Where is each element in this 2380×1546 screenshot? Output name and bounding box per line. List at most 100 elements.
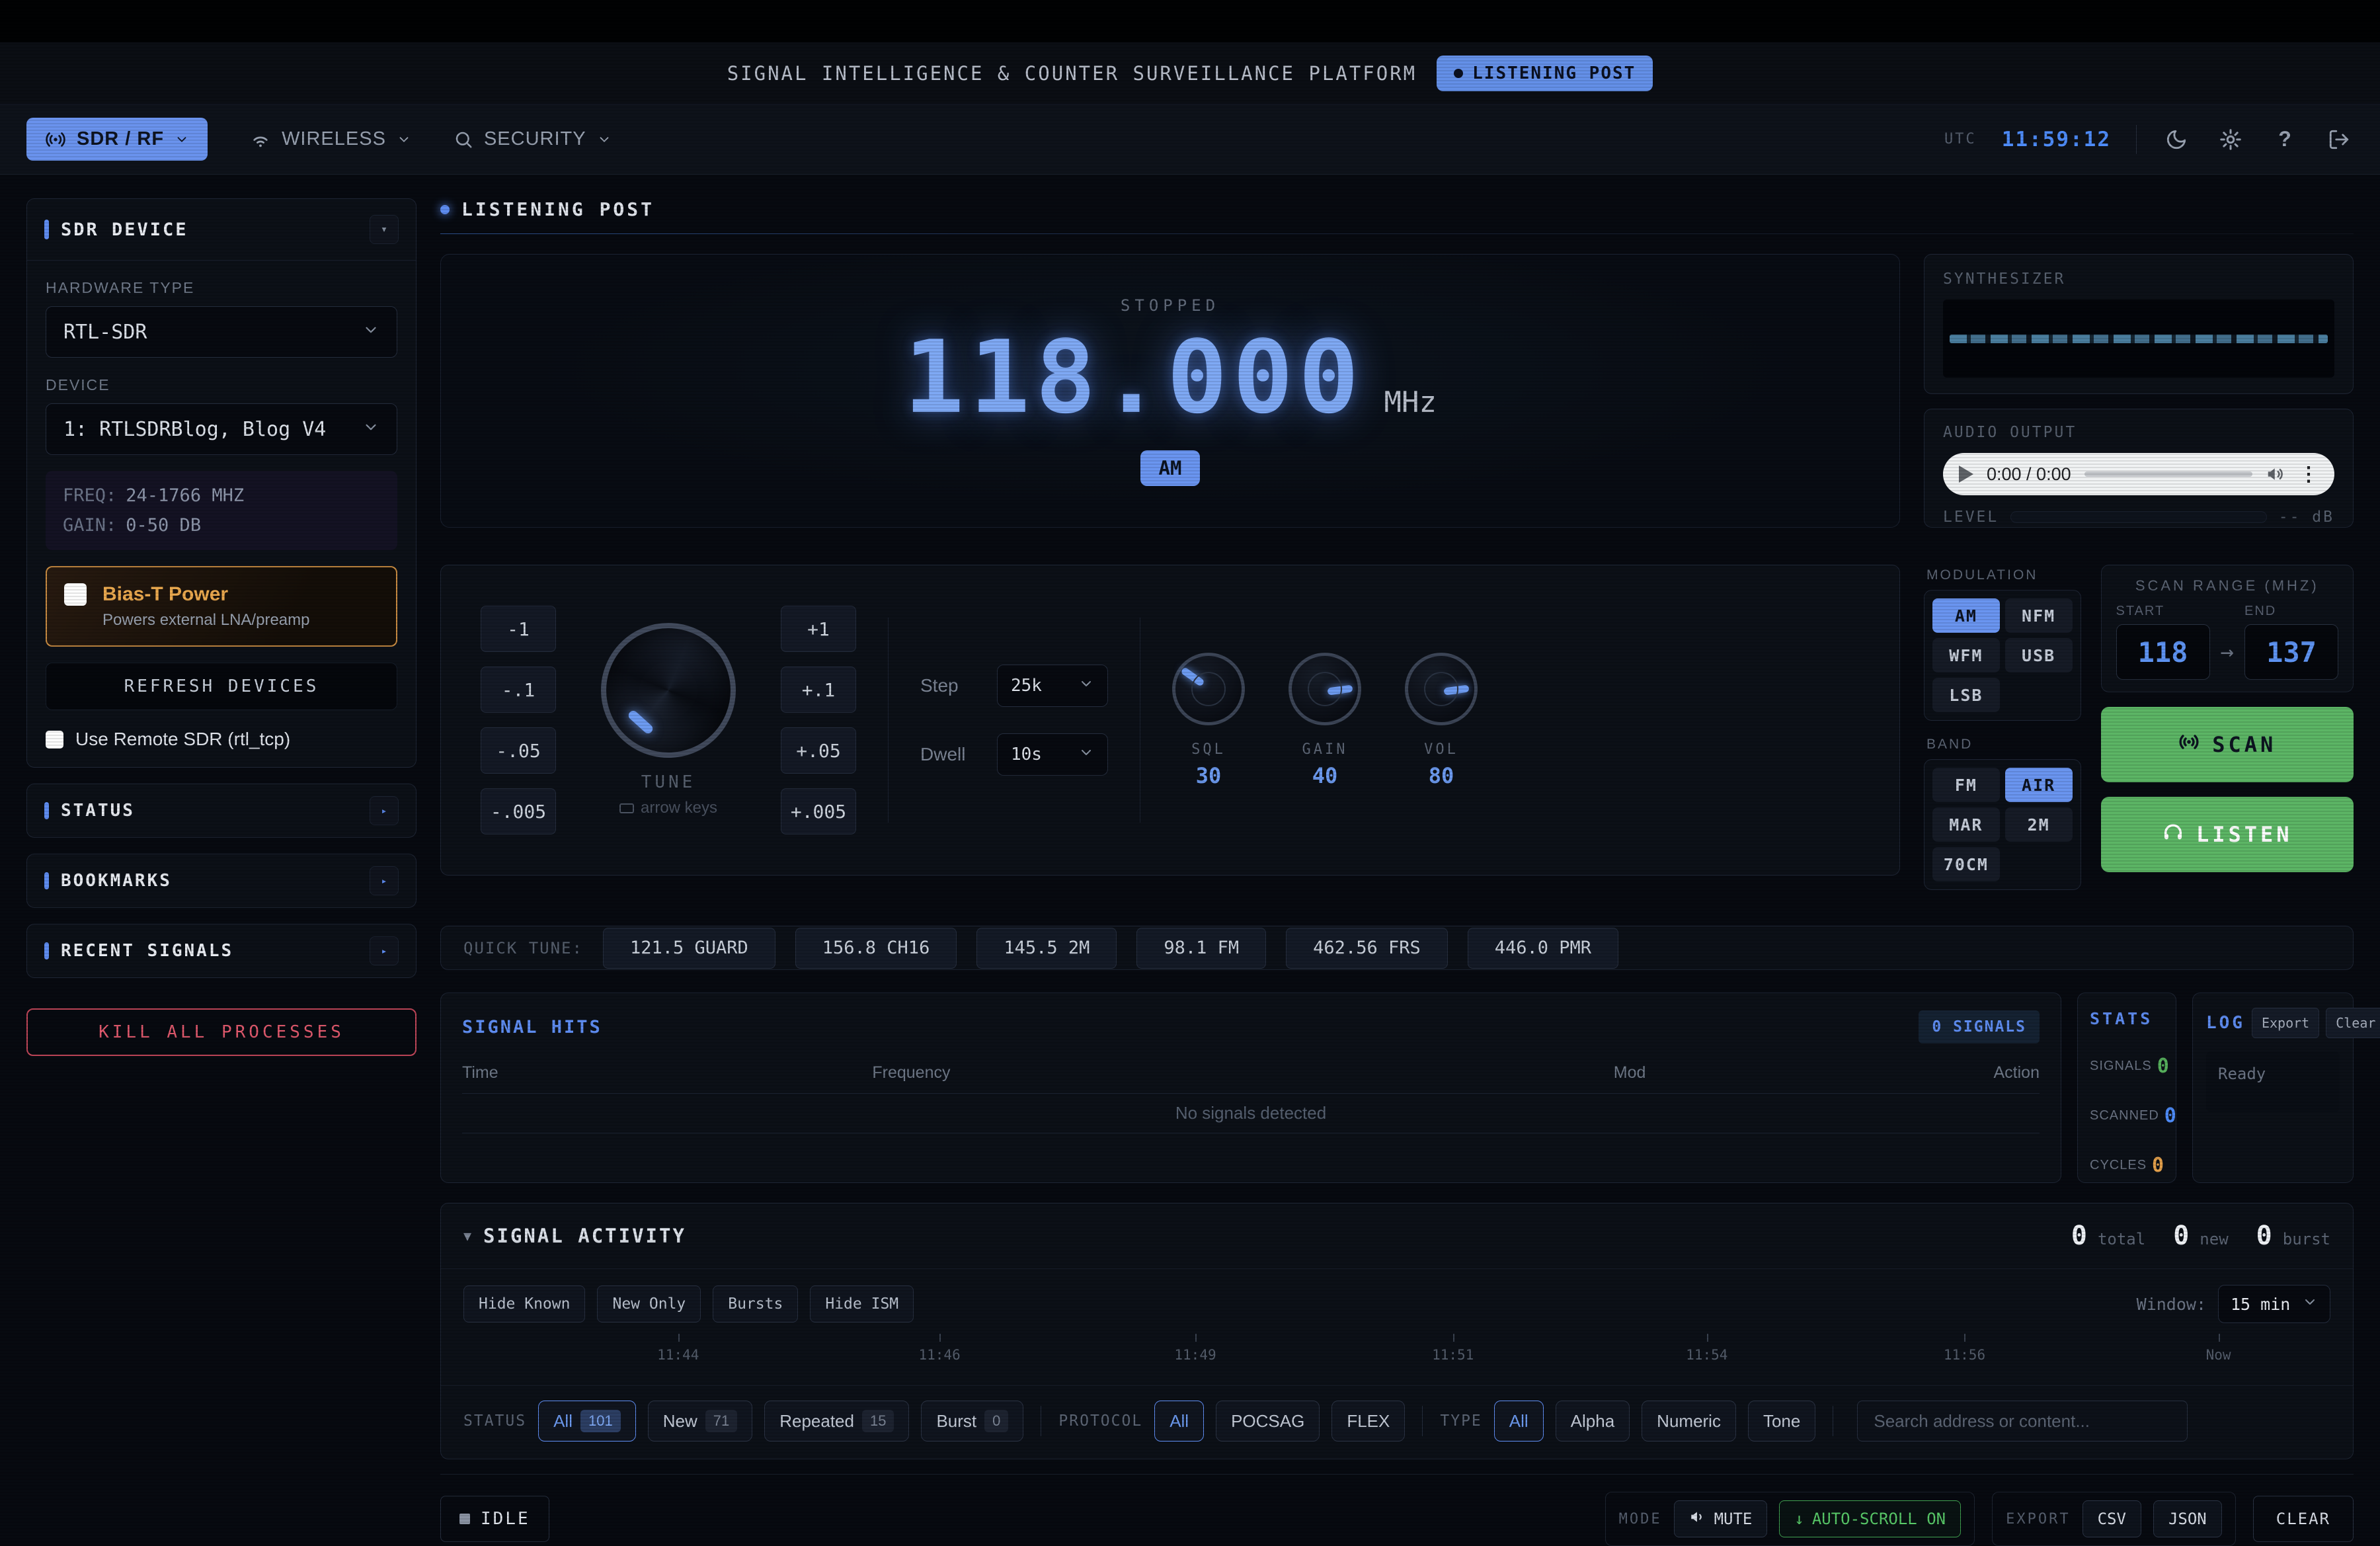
collapse-toggle-icon[interactable]: ▾ bbox=[370, 215, 399, 244]
preset-fm-button[interactable]: 98.1 FM bbox=[1136, 928, 1266, 969]
gear-icon[interactable] bbox=[2216, 125, 2245, 154]
type-all-button[interactable]: All bbox=[1494, 1401, 1544, 1442]
status-burst-button[interactable]: Burst 0 bbox=[921, 1401, 1023, 1442]
expand-toggle-icon[interactable]: ▸ bbox=[370, 796, 399, 825]
scan-start-input[interactable]: 118 bbox=[2116, 624, 2210, 680]
dwell-select[interactable]: 10s bbox=[997, 733, 1108, 776]
export-json-button[interactable]: JSON bbox=[2153, 1500, 2222, 1537]
protocol-pocsag-button[interactable]: POCSAG bbox=[1216, 1401, 1320, 1442]
hardware-type-value: RTL-SDR bbox=[63, 321, 147, 344]
expand-toggle-icon[interactable]: ▸ bbox=[370, 866, 399, 895]
band-fm-button[interactable]: FM bbox=[1932, 768, 2000, 802]
timeline-label: Now bbox=[2206, 1347, 2231, 1363]
device-select[interactable]: 1: RTLSDRBlog, Blog V4 bbox=[46, 403, 397, 455]
logout-icon[interactable] bbox=[2324, 125, 2354, 154]
modulation-usb-button[interactable]: USB bbox=[2005, 638, 2073, 672]
band-2m-button[interactable]: 2M bbox=[2005, 807, 2073, 842]
bookmarks-panel[interactable]: BOOKMARKS ▸ bbox=[26, 854, 416, 908]
stat-scanned-row: SCANNED 0 bbox=[2090, 1104, 2164, 1127]
hide-known-button[interactable]: Hide Known bbox=[463, 1285, 585, 1322]
preset-frs-button[interactable]: 462.56 FRS bbox=[1286, 928, 1448, 969]
tab-sdr-rf[interactable]: SDR / RF bbox=[26, 118, 208, 161]
tab-wireless[interactable]: WIRELESS bbox=[250, 128, 411, 150]
new-only-button[interactable]: New Only bbox=[597, 1285, 701, 1322]
band-mar-button[interactable]: MAR bbox=[1932, 807, 2000, 842]
preset-pmr-button[interactable]: 446.0 PMR bbox=[1468, 928, 1618, 969]
help-icon[interactable]: ? bbox=[2270, 125, 2299, 154]
tune-down-1-button[interactable]: -1 bbox=[481, 606, 556, 652]
type-alpha-button[interactable]: Alpha bbox=[1556, 1401, 1630, 1442]
moon-icon[interactable] bbox=[2162, 125, 2191, 154]
modulation-wfm-button[interactable]: WFM bbox=[1932, 638, 2000, 672]
tune-up-1-button[interactable]: +1 bbox=[781, 606, 856, 652]
step-select[interactable]: 25k bbox=[997, 665, 1108, 707]
audio-player[interactable]: 0:00 / 0:00 ⋮ bbox=[1943, 453, 2334, 495]
status-panel[interactable]: STATUS ▸ bbox=[26, 784, 416, 838]
expand-toggle-icon[interactable]: ▸ bbox=[370, 936, 399, 965]
remote-sdr-row[interactable]: Use Remote SDR (rtl_tcp) bbox=[46, 729, 397, 750]
status-new-button[interactable]: New 71 bbox=[648, 1401, 753, 1442]
player-progress-bar[interactable] bbox=[2084, 471, 2252, 477]
tune-down-01-button[interactable]: -.1 bbox=[481, 667, 556, 713]
preset-2m-button[interactable]: 145.5 2M bbox=[976, 928, 1117, 969]
bias-t-checkbox[interactable] bbox=[64, 583, 87, 606]
bursts-button[interactable]: Bursts bbox=[713, 1285, 798, 1322]
accent-bar bbox=[44, 872, 49, 889]
modulation-nfm-button[interactable]: NFM bbox=[2005, 598, 2073, 633]
remote-sdr-checkbox[interactable] bbox=[46, 731, 63, 749]
log-clear-button[interactable]: Clear bbox=[2326, 1008, 2380, 1038]
tab-security[interactable]: SECURITY bbox=[454, 128, 612, 150]
bias-t-box[interactable]: Bias-T Power Powers external LNA/preamp bbox=[46, 566, 397, 647]
clear-button[interactable]: CLEAR bbox=[2253, 1496, 2354, 1542]
status-repeated-button[interactable]: Repeated 15 bbox=[764, 1401, 909, 1442]
listen-button[interactable]: LISTEN bbox=[2101, 797, 2354, 872]
receiver-status: STOPPED bbox=[1121, 296, 1220, 315]
scan-end-input[interactable]: 137 bbox=[2244, 624, 2338, 680]
protocol-all-button[interactable]: All bbox=[1154, 1401, 1204, 1442]
kebab-menu-icon[interactable]: ⋮ bbox=[2299, 463, 2319, 486]
preset-guard-button[interactable]: 121.5 GUARD bbox=[603, 928, 775, 969]
search-input[interactable] bbox=[1857, 1401, 2188, 1442]
gain-knob[interactable] bbox=[1289, 653, 1361, 725]
kill-all-processes-button[interactable]: KILL ALL PROCESSES bbox=[26, 1008, 416, 1056]
refresh-devices-button[interactable]: REFRESH DEVICES bbox=[46, 663, 397, 710]
stat-signals-label: SIGNALS bbox=[2090, 1059, 2152, 1074]
type-tone-button[interactable]: Tone bbox=[1748, 1401, 1815, 1442]
export-csv-button[interactable]: CSV bbox=[2082, 1500, 2141, 1537]
auto-scroll-button[interactable]: ↓ AUTO-SCROLL ON bbox=[1779, 1500, 1961, 1537]
modulation-am-button[interactable]: AM bbox=[1932, 598, 2000, 633]
hardware-type-select[interactable]: RTL-SDR bbox=[46, 306, 397, 358]
tune-up-005-button[interactable]: +.05 bbox=[781, 727, 856, 774]
sdr-device-body: HARDWARE TYPE RTL-SDR DEVICE 1: RTLSDRBl… bbox=[27, 261, 416, 767]
tune-knob[interactable] bbox=[601, 623, 736, 758]
tune-down-0005-button[interactable]: -.005 bbox=[481, 788, 556, 834]
mute-button[interactable]: MUTE bbox=[1674, 1500, 1768, 1537]
tab-security-label: SECURITY bbox=[484, 128, 586, 150]
preset-ch16-button[interactable]: 156.8 CH16 bbox=[795, 928, 957, 969]
tune-up-01-button[interactable]: +.1 bbox=[781, 667, 856, 713]
stats-panel: STATS SIGNALS 0 SCANNED 0 CYCLES 0 bbox=[2077, 993, 2176, 1183]
window-select[interactable]: 15 min bbox=[2218, 1285, 2330, 1323]
signal-activity-header[interactable]: ▼ SIGNAL ACTIVITY 0 total 0 new 0 burst bbox=[441, 1203, 2353, 1269]
hide-ism-button[interactable]: Hide ISM bbox=[810, 1285, 914, 1322]
volume-icon[interactable] bbox=[2266, 464, 2285, 484]
log-export-button[interactable]: Export bbox=[2252, 1008, 2319, 1038]
tune-up-0005-button[interactable]: +.005 bbox=[781, 788, 856, 834]
band-70cm-button[interactable]: 70CM bbox=[1932, 847, 2000, 881]
tune-down-005-button[interactable]: -.05 bbox=[481, 727, 556, 774]
player-time: 0:00 / 0:00 bbox=[1987, 464, 2071, 485]
type-numeric-button[interactable]: Numeric bbox=[1642, 1401, 1736, 1442]
burst-count: 0 bbox=[2256, 1221, 2272, 1251]
squelch-knob[interactable] bbox=[1172, 653, 1245, 725]
modulation-lsb-button[interactable]: LSB bbox=[1932, 678, 2000, 712]
recent-signals-panel[interactable]: RECENT SIGNALS ▸ bbox=[26, 924, 416, 978]
timeline-tick bbox=[1964, 1334, 1965, 1342]
scan-end-field: END 137 bbox=[2244, 604, 2338, 680]
band-air-button[interactable]: AIR bbox=[2005, 768, 2073, 802]
volume-knob[interactable] bbox=[1405, 653, 1478, 725]
play-icon[interactable] bbox=[1959, 466, 1973, 483]
protocol-flex-button[interactable]: FLEX bbox=[1331, 1401, 1405, 1442]
scan-button[interactable]: SCAN bbox=[2101, 707, 2354, 782]
mode-badge[interactable]: AM bbox=[1140, 450, 1201, 486]
status-all-button[interactable]: All 101 bbox=[538, 1401, 636, 1442]
